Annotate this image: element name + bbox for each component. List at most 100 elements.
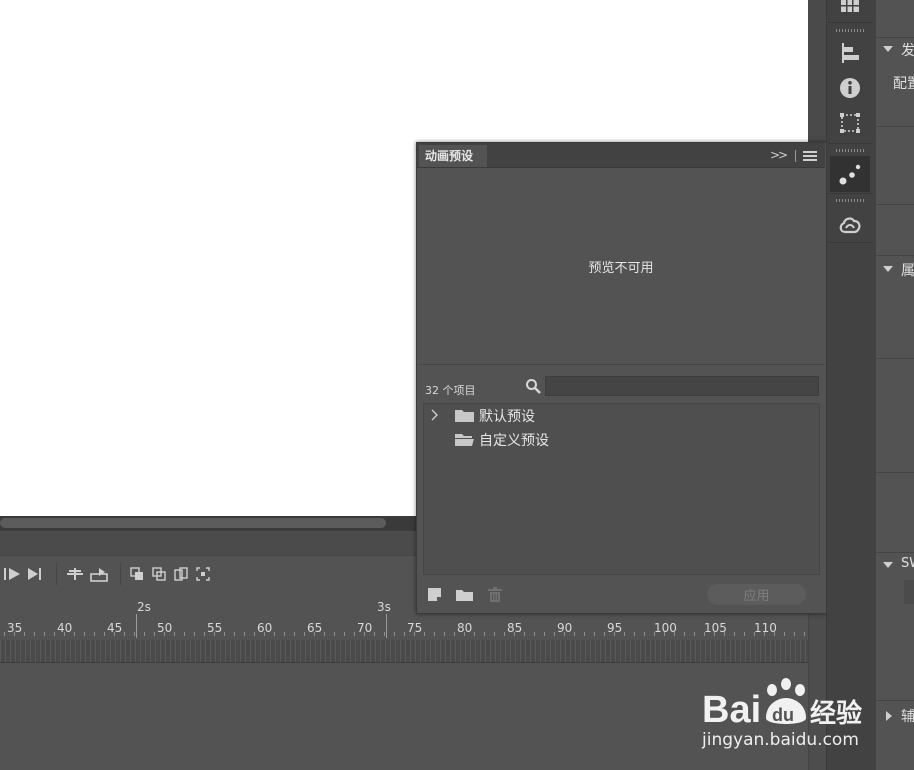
trash-icon[interactable] bbox=[488, 587, 502, 602]
ruler-tick bbox=[464, 632, 465, 636]
edit-multiple-frames-icon[interactable] bbox=[174, 567, 188, 581]
drag-grip[interactable] bbox=[836, 199, 864, 202]
column-divider bbox=[828, 143, 873, 144]
swf-field[interactable] bbox=[904, 580, 914, 604]
stage-scroll-gutter bbox=[808, 0, 826, 142]
ruler-tick bbox=[14, 632, 15, 636]
loop-icon[interactable] bbox=[90, 566, 108, 582]
properties-panel bbox=[876, 0, 914, 770]
column-divider bbox=[828, 22, 873, 23]
second-label: 3s bbox=[377, 600, 391, 614]
ruler-tick bbox=[774, 632, 775, 636]
publish-section-label[interactable]: 发 bbox=[901, 40, 914, 60]
drag-grip[interactable] bbox=[836, 149, 864, 152]
toolbar-divider bbox=[120, 563, 121, 585]
folder-icon bbox=[455, 410, 474, 422]
step-forward-icon[interactable] bbox=[27, 567, 43, 581]
svg-text:Bai: Bai bbox=[702, 689, 761, 731]
section-divider bbox=[876, 358, 914, 359]
baidu-watermark-logo: Bai du 经验 bbox=[702, 678, 862, 731]
ruler-tick bbox=[144, 632, 145, 636]
ruler-tick bbox=[704, 632, 705, 636]
chevron-right-icon[interactable] bbox=[429, 408, 439, 422]
collapse-panel-icon[interactable]: >> bbox=[770, 148, 788, 162]
second-label: 2s bbox=[137, 600, 151, 614]
timeline-layers-area[interactable] bbox=[0, 663, 808, 770]
toolbar-divider bbox=[56, 563, 57, 585]
ruler-tick bbox=[44, 632, 45, 636]
ruler-tick bbox=[734, 632, 735, 636]
ruler-tick bbox=[124, 632, 125, 636]
attribute-section-label[interactable]: 属 bbox=[901, 260, 914, 280]
ruler-tick bbox=[334, 632, 335, 636]
ruler-tick bbox=[414, 632, 415, 636]
svg-text:经验: 经验 bbox=[810, 698, 862, 729]
folder-open-icon bbox=[455, 434, 474, 446]
ruler-tick bbox=[714, 632, 715, 636]
save-preset-icon[interactable] bbox=[428, 588, 441, 601]
new-folder-icon[interactable] bbox=[456, 589, 473, 601]
center-frame-icon[interactable] bbox=[66, 566, 84, 582]
ruler-tick bbox=[624, 632, 625, 636]
transform-icon[interactable] bbox=[838, 111, 862, 135]
expand-caret-icon[interactable] bbox=[883, 562, 893, 568]
ruler-tick bbox=[684, 632, 685, 636]
scrollbar-thumb[interactable] bbox=[0, 518, 386, 528]
collapsed-caret-icon[interactable] bbox=[886, 711, 892, 721]
ruler-tick bbox=[134, 632, 135, 636]
drag-grip[interactable] bbox=[836, 29, 864, 32]
ruler-tick bbox=[534, 632, 535, 636]
panel-menu-icon[interactable] bbox=[803, 151, 817, 162]
ruler-tick bbox=[454, 632, 455, 636]
ruler-tick bbox=[384, 632, 385, 636]
ruler-tick bbox=[604, 632, 605, 636]
ruler-tick bbox=[324, 632, 325, 636]
second-marker bbox=[386, 614, 387, 638]
ruler-tick bbox=[664, 632, 665, 636]
ruler-tick bbox=[54, 632, 55, 636]
swf-section-label[interactable]: SW bbox=[901, 556, 914, 571]
ruler-tick bbox=[274, 632, 275, 636]
timeline-frames[interactable] bbox=[0, 640, 808, 663]
aux-section-label[interactable]: 辅 bbox=[901, 706, 914, 726]
info-icon[interactable] bbox=[838, 76, 862, 100]
expand-caret-icon[interactable] bbox=[883, 46, 893, 52]
library-icon[interactable] bbox=[838, 0, 862, 18]
modify-markers-icon[interactable] bbox=[196, 567, 210, 581]
ruler-tick bbox=[344, 632, 345, 636]
ruler-tick bbox=[524, 632, 525, 636]
onion-skin-icon[interactable] bbox=[130, 567, 144, 581]
ruler-tick bbox=[294, 632, 295, 636]
motion-presets-icon[interactable] bbox=[838, 162, 862, 186]
ruler-tick bbox=[374, 632, 375, 636]
tree-item-label: 自定义预设 bbox=[479, 433, 549, 449]
ruler-tick bbox=[544, 632, 545, 636]
item-count: 32 个项目 bbox=[425, 384, 476, 397]
ruler-tick bbox=[394, 632, 395, 636]
ruler-tick bbox=[354, 632, 355, 636]
ruler-tick bbox=[744, 632, 745, 636]
second-marker bbox=[136, 614, 137, 638]
panel-tab-animation-presets[interactable]: 动画预设 bbox=[419, 145, 487, 167]
ruler-tick bbox=[84, 632, 85, 636]
play-icon[interactable] bbox=[3, 567, 21, 581]
ruler-tick bbox=[314, 632, 315, 636]
preset-search-input[interactable] bbox=[545, 376, 819, 396]
ruler-tick bbox=[204, 632, 205, 636]
creative-cloud-icon[interactable] bbox=[838, 213, 862, 237]
align-icon[interactable] bbox=[838, 41, 862, 65]
preview-unavailable-text: 预览不可用 bbox=[588, 261, 654, 276]
ruler-tick bbox=[434, 632, 435, 636]
ruler-tick bbox=[164, 632, 165, 636]
expand-caret-icon[interactable] bbox=[883, 266, 893, 272]
ruler-tick bbox=[794, 632, 795, 636]
ruler-tick bbox=[724, 632, 725, 636]
apply-button[interactable]: 应用 bbox=[707, 584, 806, 605]
onion-skin-outline-icon[interactable] bbox=[152, 567, 166, 581]
ruler-tick bbox=[264, 632, 265, 636]
section-divider bbox=[876, 552, 914, 553]
ruler-tick bbox=[194, 632, 195, 636]
ruler-tick bbox=[64, 632, 65, 636]
ruler-tick bbox=[504, 632, 505, 636]
ruler-tick bbox=[614, 632, 615, 636]
